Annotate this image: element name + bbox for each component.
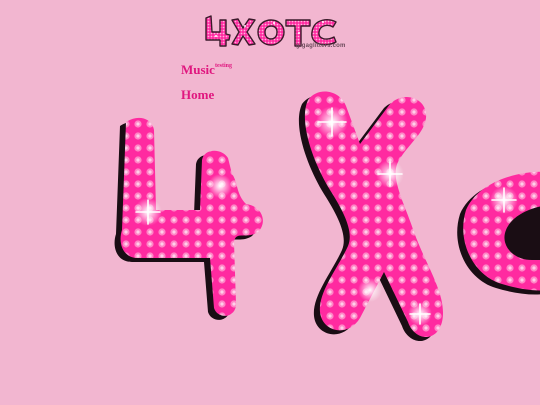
nav-link-music[interactable]: Music testing (181, 62, 232, 77)
page: gigaglitters.com Music testing Home (0, 0, 540, 405)
nav-link-music-note: testing (215, 63, 232, 69)
nav-link-music-label: Music (181, 62, 215, 77)
banner-logo-image (114, 91, 540, 342)
logo-credit-text: gigaglitters.com (296, 43, 346, 49)
